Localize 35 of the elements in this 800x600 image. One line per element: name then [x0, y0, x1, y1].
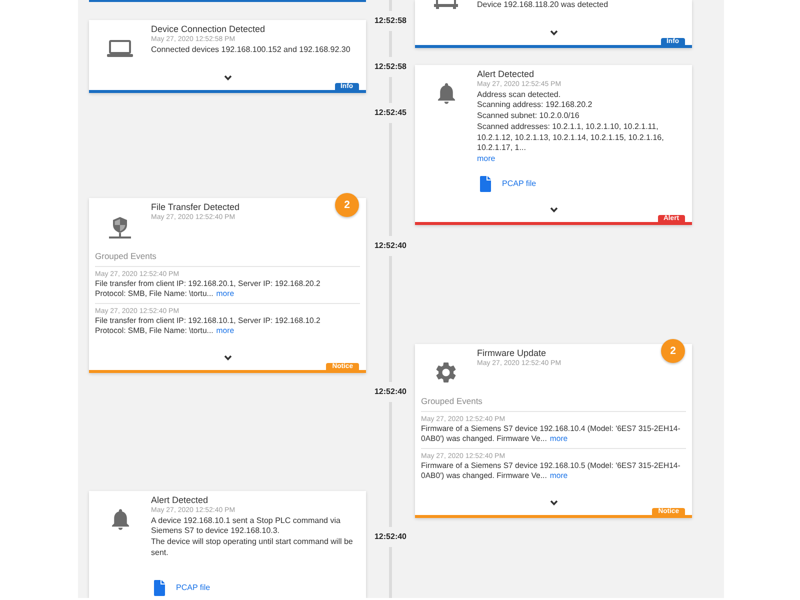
- timestamp-label: 12:52:40: [374, 387, 407, 397]
- timestamp-label: 12:52:45: [374, 108, 407, 118]
- shield-network-icon: [109, 216, 131, 238]
- grouped-events-heading: Grouped Events: [421, 396, 482, 406]
- count-badge: 2: [335, 192, 359, 216]
- bell-icon: [112, 508, 128, 530]
- file-icon: [154, 580, 165, 596]
- timestamp-label: 12:52:58: [374, 62, 407, 72]
- device-icon: [433, 0, 459, 9]
- chevron-down-icon[interactable]: [550, 500, 558, 506]
- attachment-link[interactable]: PCAP file: [154, 580, 210, 596]
- count-badge: 2: [661, 338, 685, 363]
- event-description: Device 192.168.118.20 was detected: [477, 0, 610, 11]
- attachment-link[interactable]: PCAP file: [480, 176, 536, 192]
- timestamp-label: 12:52:58: [374, 16, 407, 26]
- timestamp-label: 12:52:40: [374, 532, 407, 542]
- chevron-down-icon[interactable]: [224, 354, 232, 360]
- file-icon: [480, 176, 491, 192]
- event-title: File Transfer Detected: [151, 202, 240, 212]
- laptop-icon: [107, 40, 133, 56]
- event-title: Device Connection Detected: [151, 24, 266, 34]
- grouped-events-heading: Grouped Events: [95, 250, 156, 260]
- event-title: Firmware Update: [477, 348, 546, 359]
- event-description: Address scan detected. Scanning address: 192.168.20.2 Scanned subnet: 10.2.0.0/16 Scanned addresses: 10.2.1.1, 10.2.1.10, 10.2.1.11, 10.2.1.12, 10.2.1.13, 10.2.1.14, 10.2.1.15, 10.2.1.16, 10.2.1.17, 1...: [477, 90, 665, 154]
- more-link[interactable]: more: [477, 154, 496, 165]
- bell-icon: [438, 82, 454, 104]
- gear-icon: [436, 362, 456, 383]
- chevron-down-icon[interactable]: [550, 206, 558, 213]
- chevron-down-icon[interactable]: [550, 30, 558, 36]
- event-description: Connected devices 192.168.100.152 and 192.168.92.30: [151, 44, 352, 56]
- chevron-down-icon[interactable]: [224, 74, 232, 80]
- event-title: Alert Detected: [151, 494, 208, 506]
- event-description: A device 192.168.10.1 sent a Stop PLC command via Siemens S7 to device 192.168.10.3. The device will stop operating until start command will be sent.: [151, 516, 354, 558]
- timestamp-label: 12:52:40: [374, 241, 407, 251]
- event-title: Alert Detected: [477, 68, 534, 80]
